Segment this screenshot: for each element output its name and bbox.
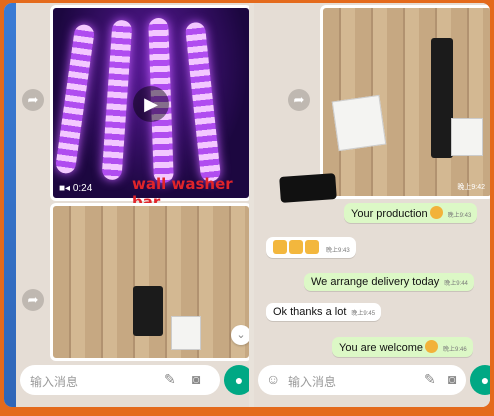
forward-icon[interactable]: ➦ <box>288 89 310 111</box>
right-input-placeholder: 输入消息 <box>288 375 337 389</box>
message-time: 晚上9:46 <box>442 347 467 353</box>
left-input-placeholder: 输入消息 <box>30 375 79 389</box>
scroll-down-chevron-icon[interactable]: ⌄ <box>231 325 249 345</box>
cable-bundle <box>431 38 453 158</box>
message-time: 晚上9:45 <box>351 311 376 317</box>
video-camera-icon: ■◂ <box>59 183 71 194</box>
thumbs-up-icon <box>305 240 319 254</box>
video-message[interactable]: ▶ ■◂ 0:24 <box>50 5 249 201</box>
forward-icon[interactable]: ➦ <box>22 89 44 111</box>
boxes-photo[interactable] <box>50 203 249 361</box>
microphone-icon[interactable]: ● <box>470 365 490 395</box>
message-bubble: You are welcome 晚上9:46 <box>332 337 473 357</box>
message-bubble: Your production 晚上9:43 <box>344 203 478 223</box>
manual-sheet <box>331 94 387 152</box>
grinning-face-icon <box>429 206 443 219</box>
image-timestamp: 晚上9:42 <box>457 184 485 191</box>
led-bar <box>54 23 96 175</box>
message-text: You are welcome <box>339 342 423 354</box>
play-icon[interactable]: ▶ <box>133 86 169 122</box>
forward-icon[interactable]: ➦ <box>22 289 44 311</box>
document-sheet <box>451 118 483 156</box>
left-message-input[interactable]: 输入消息 ✎ ◙ <box>20 365 220 395</box>
pointing-hand-icon <box>279 173 337 203</box>
led-bar <box>184 21 222 183</box>
thumbs-up-icon <box>289 240 303 254</box>
paperclip-icon[interactable]: ✎ <box>164 371 176 388</box>
led-bar <box>101 19 133 181</box>
message-bubble: 晚上9:43 <box>266 237 356 258</box>
screenshot-frame: ➦ ▶ ■◂ 0:24 wall washer bar ➦ ⌄ 输入消息 ✎ ◙… <box>4 3 490 407</box>
camera-icon[interactable]: ◙ <box>192 371 200 387</box>
grinning-face-icon <box>424 340 438 353</box>
document-sheet <box>171 316 201 350</box>
paperclip-icon[interactable]: ✎ <box>424 371 436 388</box>
message-bubble: We arrange delivery today 晚上9:44 <box>304 273 474 291</box>
message-time: 晚上9:44 <box>444 281 468 287</box>
camera-icon[interactable]: ◙ <box>448 371 456 387</box>
thumbs-up-icon <box>273 240 287 254</box>
message-text: Your production <box>351 208 428 220</box>
cable-bundle <box>133 286 163 336</box>
message-bubble: Ok thanks a lot 晚上9:45 <box>266 303 382 321</box>
message-text: We arrange delivery today <box>311 276 440 288</box>
emoji-icon[interactable]: ☺ <box>266 371 280 387</box>
right-message-input[interactable]: ☺ 输入消息 ✎ ◙ <box>258 365 466 395</box>
right-chat-panel: ➦ 晚上9:42 Your production 晚上9:43 晚上9:43 We… <box>254 3 490 407</box>
left-chat-panel: ➦ ▶ ■◂ 0:24 wall washer bar ➦ ⌄ 输入消息 ✎ ◙… <box>16 3 249 407</box>
message-text: Ok thanks a lot <box>273 306 347 318</box>
boxes-open-photo[interactable]: 晚上9:42 <box>320 5 490 199</box>
message-time: 晚上9:43 <box>326 248 350 254</box>
video-duration: ■◂ 0:24 <box>59 183 93 194</box>
microphone-icon[interactable]: ● <box>224 365 249 395</box>
message-time: 晚上9:43 <box>447 213 472 219</box>
